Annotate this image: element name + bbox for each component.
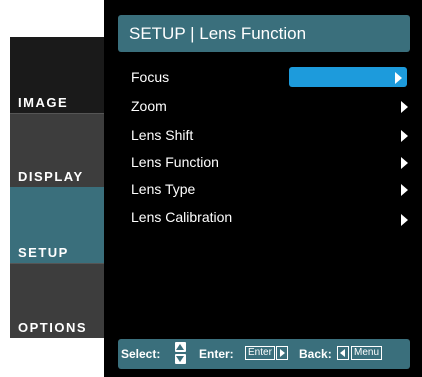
menu-item-lens-shift[interactable]: Lens Shift	[118, 125, 408, 145]
up-down-arrows-icon	[175, 342, 186, 364]
osd-main-panel: SETUP | Lens Function Focus Zoom Lens Sh…	[104, 0, 422, 377]
menu-item-lens-type[interactable]: Lens Type	[118, 179, 408, 199]
left-key-icon	[337, 346, 349, 360]
page-title: SETUP | Lens Function	[118, 15, 410, 52]
menu-item-label: Lens Shift	[131, 127, 194, 143]
menu-key-icon: Menu	[351, 346, 383, 360]
select-hint-label: Select:	[121, 347, 161, 361]
selection-highlight	[289, 67, 407, 87]
tab-display-label: DISPLAY	[18, 169, 84, 184]
right-arrow-icon	[401, 101, 408, 113]
tab-setup[interactable]: SETUP	[10, 187, 117, 263]
tab-options[interactable]: OPTIONS	[10, 263, 117, 338]
right-arrow-icon	[401, 130, 408, 142]
back-hint-label: Back:	[299, 347, 332, 361]
menu-item-label: Lens Function	[131, 154, 219, 170]
menu-item-label: Zoom	[131, 98, 167, 114]
right-key-icon	[276, 346, 288, 360]
side-tab-bar: IMAGE DISPLAY SETUP OPTIONS	[10, 37, 117, 338]
right-arrow-icon	[401, 184, 408, 196]
tab-setup-label: SETUP	[18, 245, 69, 260]
tab-options-label: OPTIONS	[18, 320, 88, 335]
tab-image-label: IMAGE	[18, 95, 69, 110]
menu-item-label: Focus	[131, 69, 170, 85]
right-arrow-icon	[401, 214, 408, 226]
tab-image[interactable]: IMAGE	[10, 37, 117, 113]
enter-hint-label: Enter:	[199, 347, 234, 361]
menu-item-zoom[interactable]: Zoom	[118, 96, 408, 116]
menu-item-label: Lens Type	[131, 181, 196, 197]
enter-key-icon: Enter	[245, 346, 275, 360]
right-arrow-icon	[395, 72, 402, 84]
menu-item-focus[interactable]: Focus	[118, 67, 408, 87]
right-arrow-icon	[401, 157, 408, 169]
menu-item-label: Lens Calibration	[131, 209, 233, 225]
tab-display[interactable]: DISPLAY	[10, 113, 117, 187]
menu-item-lens-calibration[interactable]: Lens Calibration	[118, 207, 408, 227]
help-bar: Select: Enter: Enter Back: Menu	[118, 339, 410, 369]
menu-item-lens-function[interactable]: Lens Function	[118, 152, 408, 172]
